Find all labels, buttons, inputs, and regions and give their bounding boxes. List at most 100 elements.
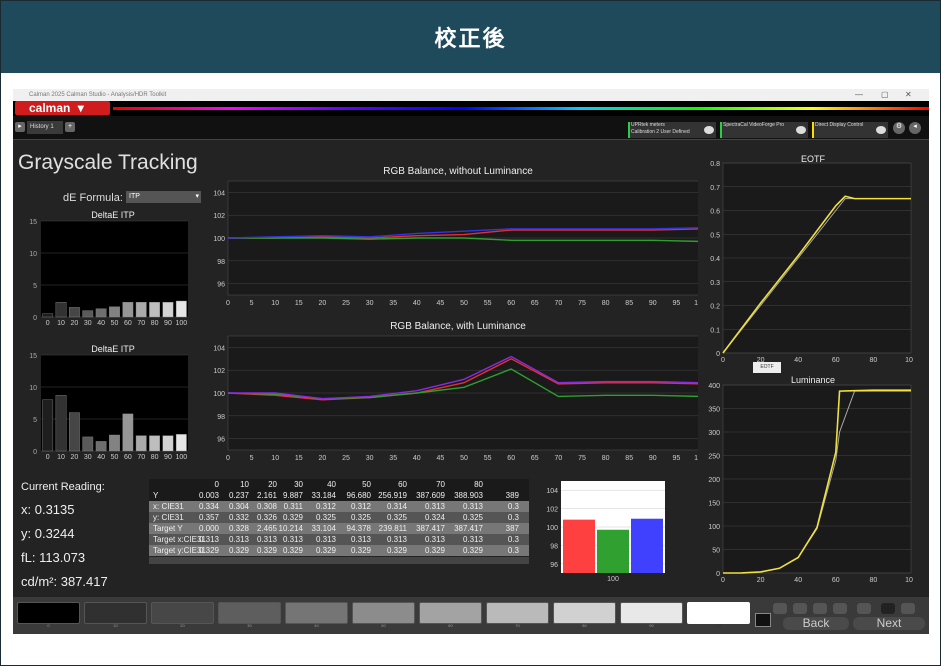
chevron-down-icon (876, 126, 886, 134)
y-tick-label: 50 (712, 548, 720, 555)
swatch-20[interactable] (151, 602, 214, 624)
tab-bar: ▸ History 1 + UPRtek meters Calibration … (13, 116, 929, 140)
bar (175, 434, 187, 452)
stop-button[interactable] (755, 613, 771, 627)
table-cell: 0.329 (424, 546, 445, 555)
swatch-100[interactable] (687, 602, 750, 624)
x-tick-label: 90 (649, 300, 657, 307)
x-tick-label: 60 (832, 577, 840, 584)
table-cell: 0.325 (386, 513, 407, 522)
swatch-label: 10 (113, 623, 118, 628)
swatch-40[interactable] (285, 602, 348, 624)
arrow-right-icon[interactable] (901, 603, 915, 614)
swatch-90[interactable] (620, 602, 683, 624)
y-tick-label: 102 (213, 368, 225, 375)
record-icon[interactable] (833, 603, 847, 614)
swatch-label: 0 (47, 623, 50, 628)
x-tick-label: 40 (97, 454, 105, 461)
swatch-label: 30 (247, 623, 252, 628)
close-button[interactable]: ✕ (905, 89, 912, 101)
y-tick-label: 200 (708, 477, 720, 484)
bar (122, 302, 134, 318)
table-cell: 94.378 (346, 524, 371, 533)
slide-header: 校正後 (1, 1, 940, 73)
bar (55, 395, 67, 452)
x-tick-label: 80 (870, 577, 878, 584)
swatch-10[interactable] (84, 602, 147, 624)
swatch-0[interactable] (17, 602, 80, 624)
arrow-left-icon[interactable]: ◂ (909, 122, 921, 134)
settings-icon[interactable]: ⚙ (893, 122, 905, 134)
y-tick-label: 96 (217, 437, 225, 444)
swatch-70[interactable] (486, 602, 549, 624)
table-cell: 0.329 (282, 546, 303, 555)
restore-button[interactable]: ▢ (881, 89, 889, 101)
y-tick-label: 100 (546, 525, 558, 532)
y-tick-label: 15 (29, 353, 37, 360)
table-row: y: CIE31 0.357 0.332 0.326 0.329 0.325 0.325 0.… (149, 512, 529, 523)
settings-icon[interactable] (857, 603, 871, 614)
x-tick-label: 30 (84, 454, 92, 461)
de-formula-select[interactable]: ITP ▾ (126, 191, 201, 203)
bar (82, 436, 94, 452)
reading-fl: fL: 113.073 (21, 550, 86, 565)
bar (149, 302, 160, 318)
table-row: Y 0.003 0.237 2.161 9.887 33.184 96.680 256.919… (149, 490, 529, 501)
x-tick-label: 35 (389, 300, 397, 307)
calman-menu-button[interactable]: calman ▾ (15, 101, 110, 115)
y-tick-label: 0.1 (710, 327, 720, 334)
rgb-balance-chart: 104 102 100 98 96 0 5 10 15 20 25 30 35 40 45 50 55 60 65 7… (213, 180, 698, 307)
table-scrollbar (149, 557, 529, 564)
rainbow-bar (113, 107, 929, 110)
y-tick-label: 98 (550, 543, 558, 550)
swatch-60[interactable] (419, 602, 482, 624)
table-cell: 0.313 (198, 535, 219, 544)
row-label: Y (153, 491, 159, 500)
table-cell: 387.609 (416, 491, 445, 500)
bar (597, 529, 629, 573)
back-button[interactable]: Back (783, 617, 849, 630)
y-tick-label: 5 (33, 417, 37, 424)
bar (563, 519, 595, 573)
status-marker (628, 122, 630, 138)
row-label: Target Y (153, 524, 183, 533)
play-button[interactable] (773, 603, 787, 614)
swatch-80[interactable] (553, 602, 616, 624)
play-icon[interactable] (793, 603, 807, 614)
tab-history-1[interactable]: History 1 (27, 121, 63, 134)
x-tick-label: 5 (250, 300, 254, 307)
device-meter[interactable]: UPRtek meters Calibration 2 User Defined (628, 122, 716, 138)
table-cell: 0.3 (507, 513, 519, 522)
column-header: 50 (362, 480, 371, 489)
target-icon[interactable] (881, 603, 895, 614)
swatch-30[interactable] (218, 602, 281, 624)
eotf-chart: 0.80.70.60.50.40.30.20.10020406080100 (710, 161, 913, 364)
table-cell: 0.304 (228, 502, 249, 511)
home-icon[interactable] (813, 603, 827, 614)
tab-prev-button[interactable]: ▸ (15, 122, 25, 132)
y-tick-label: 0.8 (710, 161, 720, 168)
x-tick-label: 50 (111, 454, 119, 461)
x-tick-label: 60 (124, 320, 132, 327)
swatch-50[interactable] (352, 602, 415, 624)
x-tick-label: 10 (271, 300, 279, 307)
x-tick-label: 65 (531, 455, 539, 462)
bar (95, 308, 107, 318)
device-display[interactable]: Direct Display Control (812, 122, 888, 138)
de-formula-value: ITP (129, 193, 140, 200)
y-tick-label: 100 (213, 236, 225, 243)
table-cell: 0.313 (424, 535, 445, 544)
x-tick-label: 55 (484, 455, 492, 462)
tab-add-button[interactable]: + (65, 122, 75, 132)
y-tick-label: 150 (708, 501, 720, 508)
column-header: 80 (474, 480, 483, 489)
calman-window: Calman 2025 Calman Studio - Analysis/HDR… (13, 89, 929, 634)
minimize-button[interactable]: — (855, 89, 863, 101)
next-button[interactable]: Next (853, 617, 925, 630)
table-row: Target y:CIE31 0.329 0.329 0.329 0.329 0.329 0… (149, 545, 529, 556)
table-cell: 0.313 (386, 535, 407, 544)
y-tick-label: 0 (716, 351, 720, 358)
x-tick-label: 40 (794, 357, 802, 364)
device-source[interactable]: SpectraCal VideoForge Pro (720, 122, 808, 138)
swatch-label: 100 (715, 623, 722, 628)
